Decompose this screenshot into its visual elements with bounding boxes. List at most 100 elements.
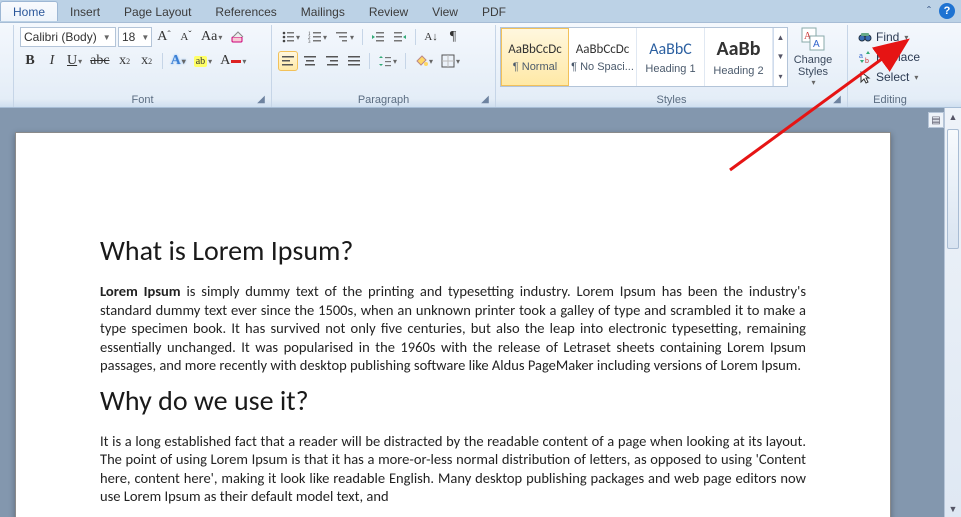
justify-icon <box>347 54 361 68</box>
ribbon: Calibri (Body)▼ 18▼ Aˆ Aˇ Aa▾ B I U▾ <box>0 22 961 108</box>
show-marks-button[interactable]: ¶ <box>443 27 463 47</box>
line-spacing-icon <box>378 54 392 68</box>
tab-references[interactable]: References <box>203 2 288 21</box>
line-spacing-button[interactable]: ▾ <box>375 51 400 71</box>
increase-indent-button[interactable] <box>390 27 410 47</box>
find-label: Find <box>876 30 899 44</box>
change-case-button[interactable]: Aa▾ <box>198 27 225 47</box>
tab-insert[interactable]: Insert <box>58 2 112 21</box>
ribbon-tabs: Home Insert Page Layout References Maili… <box>0 0 961 22</box>
change-styles-button[interactable]: A A Change Styles ▾ <box>788 25 838 87</box>
tab-pdf[interactable]: PDF <box>470 2 518 21</box>
outdent-icon <box>371 30 385 44</box>
tab-view[interactable]: View <box>420 2 470 21</box>
shading-button[interactable]: ▾ <box>411 51 436 71</box>
underline-button[interactable]: U▾ <box>64 51 85 71</box>
cursor-icon <box>858 70 872 84</box>
align-left-button[interactable] <box>278 51 298 71</box>
tab-mailings[interactable]: Mailings <box>289 2 357 21</box>
indent-icon <box>393 30 407 44</box>
highlight-button[interactable]: ab▾ <box>191 51 215 71</box>
group-label-font: Font <box>131 94 153 106</box>
scroll-thumb[interactable] <box>947 129 959 249</box>
group-styles: AaBbCcDc ¶ Normal AaBbCcDc ¶ No Spaci...… <box>496 25 848 107</box>
style-normal[interactable]: AaBbCcDc ¶ Normal <box>501 28 569 86</box>
eraser-icon <box>230 29 246 45</box>
paragraph-dialog-launcher[interactable]: ◢ <box>479 94 491 106</box>
decrease-indent-button[interactable] <box>368 27 388 47</box>
bullets-button[interactable]: ▾ <box>278 27 303 47</box>
style-heading2[interactable]: AaBb Heading 2 <box>705 28 773 86</box>
align-right-button[interactable] <box>322 51 342 71</box>
borders-button[interactable]: ▾ <box>438 51 463 71</box>
numbering-icon: 123 <box>308 30 322 44</box>
grow-font-button[interactable]: Aˆ <box>154 27 174 47</box>
svg-text:A: A <box>813 39 820 50</box>
multilevel-list-button[interactable]: ▾ <box>332 27 357 47</box>
justify-button[interactable] <box>344 51 364 71</box>
gallery-up-icon[interactable]: ▲ <box>773 28 787 47</box>
page[interactable]: What is Lorem Ipsum? Lorem Ipsum is simp… <box>15 132 891 517</box>
vertical-scrollbar[interactable]: ▲ ▼ <box>944 108 961 517</box>
clear-formatting-button[interactable] <box>227 27 249 47</box>
find-button[interactable]: Find▾ <box>854 27 924 47</box>
shrink-font-button[interactable]: Aˇ <box>176 27 196 47</box>
numbering-button[interactable]: 123▾ <box>305 27 330 47</box>
font-family-value: Calibri (Body) <box>24 30 97 44</box>
doc-p1-bold: Lorem Ipsum <box>100 282 181 300</box>
font-dialog-launcher[interactable]: ◢ <box>255 94 267 106</box>
group-font: Calibri (Body)▼ 18▼ Aˆ Aˇ Aa▾ B I U▾ <box>14 25 272 107</box>
svg-text:3: 3 <box>308 40 311 44</box>
ruler-toggle-icon[interactable]: ▤ <box>928 112 944 128</box>
group-label-paragraph: Paragraph <box>358 94 409 106</box>
align-center-icon <box>303 54 317 68</box>
gallery-scroll[interactable]: ▲ ▼ ▾ <box>773 28 787 86</box>
align-center-button[interactable] <box>300 51 320 71</box>
replace-icon: ab <box>858 50 872 64</box>
doc-p1-body: is simply dummy text of the printing and… <box>100 282 806 374</box>
italic-button[interactable]: I <box>42 51 62 71</box>
replace-button[interactable]: ab Replace <box>854 47 924 67</box>
style-heading1[interactable]: AaBbC Heading 1 <box>637 28 705 86</box>
font-family-combo[interactable]: Calibri (Body)▼ <box>20 27 116 47</box>
borders-icon <box>441 54 455 68</box>
minimize-ribbon-icon[interactable]: ˆ <box>919 4 939 18</box>
replace-label: Replace <box>876 50 920 64</box>
align-right-icon <box>325 54 339 68</box>
styles-dialog-launcher[interactable]: ◢ <box>831 94 843 106</box>
svg-text:b: b <box>865 58 869 64</box>
styles-gallery[interactable]: AaBbCcDc ¶ Normal AaBbCcDc ¶ No Spaci...… <box>500 27 788 87</box>
text-effects-button[interactable]: A▾ <box>168 51 189 71</box>
group-clipboard-edge <box>4 25 14 107</box>
document-area: What is Lorem Ipsum? Lorem Ipsum is simp… <box>0 108 961 517</box>
svg-text:a: a <box>859 53 863 60</box>
subscript-button[interactable]: x2 <box>115 51 135 71</box>
gallery-more-icon[interactable]: ▾ <box>773 67 787 86</box>
style-no-spacing[interactable]: AaBbCcDc ¶ No Spaci... <box>569 28 637 86</box>
gallery-down-icon[interactable]: ▼ <box>773 47 787 66</box>
group-paragraph: ▾ 123▾ ▾ A↓ <box>272 25 496 107</box>
font-size-combo[interactable]: 18▼ <box>118 27 152 47</box>
binoculars-icon <box>858 30 872 44</box>
font-size-value: 18 <box>122 30 135 44</box>
doc-heading-1: What is Lorem Ipsum? <box>100 233 806 268</box>
tab-page-layout[interactable]: Page Layout <box>112 2 203 21</box>
font-color-button[interactable]: A▾ <box>217 51 249 71</box>
doc-paragraph-1: Lorem Ipsum is simply dummy text of the … <box>100 282 806 375</box>
bold-button[interactable]: B <box>20 51 40 71</box>
help-icon[interactable]: ? <box>939 3 955 19</box>
change-styles-label: Change Styles <box>788 54 838 78</box>
scroll-track[interactable] <box>945 125 961 500</box>
multilevel-icon <box>335 30 349 44</box>
select-button[interactable]: Select▾ <box>854 67 924 87</box>
strikethrough-button[interactable]: abc <box>87 51 112 71</box>
tab-home[interactable]: Home <box>0 1 58 21</box>
superscript-button[interactable]: x2 <box>137 51 157 71</box>
paint-bucket-icon <box>414 54 428 68</box>
doc-paragraph-2: It is a long established fact that a rea… <box>100 432 806 506</box>
sort-button[interactable]: A↓ <box>421 27 441 47</box>
scroll-down-icon[interactable]: ▼ <box>945 500 961 517</box>
select-label: Select <box>876 70 909 84</box>
tab-review[interactable]: Review <box>357 2 420 21</box>
scroll-up-icon[interactable]: ▲ <box>945 108 961 125</box>
